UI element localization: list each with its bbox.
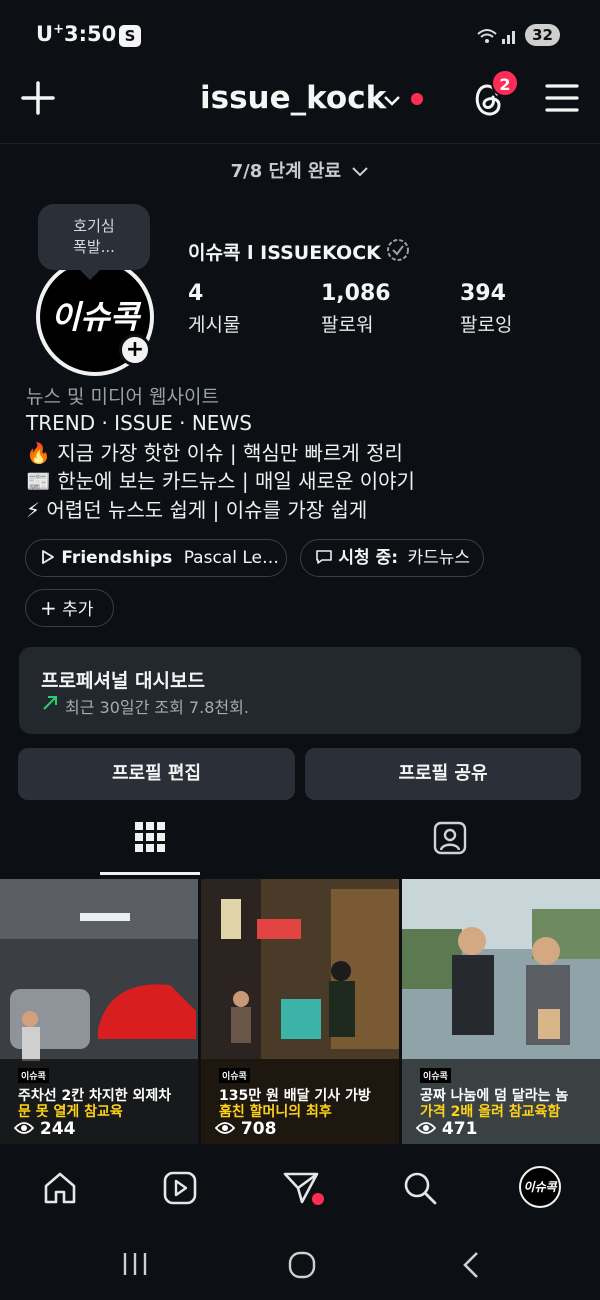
post-tile[interactable]: 이슈콕 주차선 2칸 차지한 외제차 문 못 열게 참교육 244 [0,879,198,1144]
post-views: 708 [214,1119,277,1139]
stat-label: 게시물 [188,314,241,336]
stat-following[interactable]: 394 팔로잉 [460,281,512,337]
post-view-count: 244 [39,1119,76,1139]
active-tab-indicator [100,872,200,875]
stat-value: 1,086 [321,281,391,306]
note-line: 폭발... [73,238,115,256]
create-button[interactable] [20,80,56,116]
post-views: 471 [415,1119,478,1139]
add-story-icon[interactable]: + [119,334,151,366]
eye-icon [13,1122,35,1134]
tab-grid[interactable] [100,805,200,873]
add-chip[interactable]: + 추가 [25,589,114,627]
signal-icons [476,26,520,50]
profile-category: 뉴스 및 미디어 웹사이트 [26,386,219,408]
post-subheadline: 훔친 할머니의 최후 [219,1104,332,1120]
clock: 3:50 [64,22,117,46]
eye-icon [214,1122,236,1134]
search-icon [404,1172,437,1205]
post-view-count: 708 [240,1119,277,1139]
verified-badge-icon [386,238,410,262]
plus-icon: + [40,596,57,620]
dashboard-subtitle: 최근 30일간 조회 7.8천회. [65,698,249,717]
post-brand-tag: 이슈콕 [18,1068,49,1083]
add-chip-label: 추가 [62,600,94,620]
display-name: 이슈콕 l ISSUEKOCK [188,242,381,264]
note-bubble[interactable]: 호기심 폭발... [38,204,150,280]
music-artist: Pascal Le… [183,548,279,568]
chevron-down-icon[interactable] [383,92,401,111]
tab-tagged[interactable] [400,805,500,873]
search-button[interactable] [402,1170,438,1210]
profile-tab-avatar[interactable]: 이슈콕 [519,1166,561,1208]
home-icon [44,1172,76,1204]
recent-apps-icon [123,1253,147,1275]
music-chip[interactable]: Friendships Pascal Le… [25,539,287,577]
play-icon [42,550,54,564]
bio-line: 🔥 지금 가장 핫한 이슈 | 핵심만 빠르게 정리 [26,441,403,465]
bio-line: ⚡ 어렵던 뉴스도 쉽게 | 이슈를 가장 쉽게 [26,498,368,522]
plus-icon [21,81,55,115]
reels-button[interactable] [162,1170,198,1210]
bio-line: 📰 한눈에 보는 카드뉴스 | 매일 새로운 이야기 [26,469,415,493]
progress-label: 7/8 단계 완료 [230,161,342,182]
post-brand-tag: 이슈콕 [219,1068,250,1083]
music-title: Friendships [61,548,173,568]
setup-progress[interactable]: 7/8 단계 완료 [0,150,600,194]
unread-dot [411,93,423,105]
stat-value: 394 [460,281,506,306]
dashboard-title: 프로페셔널 대시보드 [41,670,205,692]
message-icon [316,550,332,564]
stat-label: 팔로워 [321,314,374,336]
reels-icon [163,1171,197,1205]
menu-button[interactable] [545,82,579,114]
app-notification-icon: S [119,25,141,47]
home-button[interactable] [42,1170,78,1210]
post-views: 244 [13,1119,76,1139]
notification-badge: 2 [491,69,519,97]
note-line: 호기심 [73,217,115,235]
avatar-logo-text: 이슈콕 [523,1180,557,1194]
stat-value: 4 [188,281,204,306]
post-view-count: 471 [441,1119,478,1139]
avatar-logo-text: 이슈콕 [50,298,140,336]
post-tile[interactable]: 이슈콕 135만 원 배달 기사 가방 훔친 할머니의 최후 708 [201,879,399,1144]
stat-posts[interactable]: 4 게시물 [188,281,240,337]
watching-label: 시청 중: [338,548,399,568]
recent-apps-button[interactable] [121,1251,149,1281]
home-circle-icon [288,1251,316,1279]
chevron-down-icon [352,167,369,177]
hamburger-icon [545,84,579,112]
back-chevron-icon [463,1252,478,1278]
carrier-label: U+ [36,22,64,46]
share-profile-button[interactable]: 프로필 공유 [305,748,581,800]
trend-up-icon [41,694,59,716]
back-button[interactable] [460,1251,482,1283]
eye-icon [415,1122,437,1134]
post-subheadline: 문 못 열게 참교육 [18,1104,123,1120]
post-brand-tag: 이슈콕 [420,1068,451,1083]
tagged-person-icon [433,821,467,855]
account-username[interactable]: issue_kock [200,80,386,116]
watching-chip[interactable]: 시청 중: 카드뉴스 [300,539,484,577]
unread-dot [312,1193,324,1205]
home-system-button[interactable] [288,1251,316,1283]
watching-value: 카드뉴스 [407,548,471,568]
grid-icon [135,822,165,852]
stat-followers[interactable]: 1,086 팔로워 [321,281,391,337]
bio-line: TREND · ISSUE · NEWS [26,411,252,435]
header-divider [0,143,600,144]
stat-label: 팔로잉 [460,314,513,336]
post-tile[interactable]: 이슈콕 공짜 나눔에 덤 달라는 놈 가격 2배 올려 참교육함 471 [402,879,600,1144]
edit-profile-button[interactable]: 프로필 편집 [18,748,295,800]
post-subheadline: 가격 2배 올려 참교육함 [420,1104,561,1120]
battery-indicator: 32 [525,24,560,46]
